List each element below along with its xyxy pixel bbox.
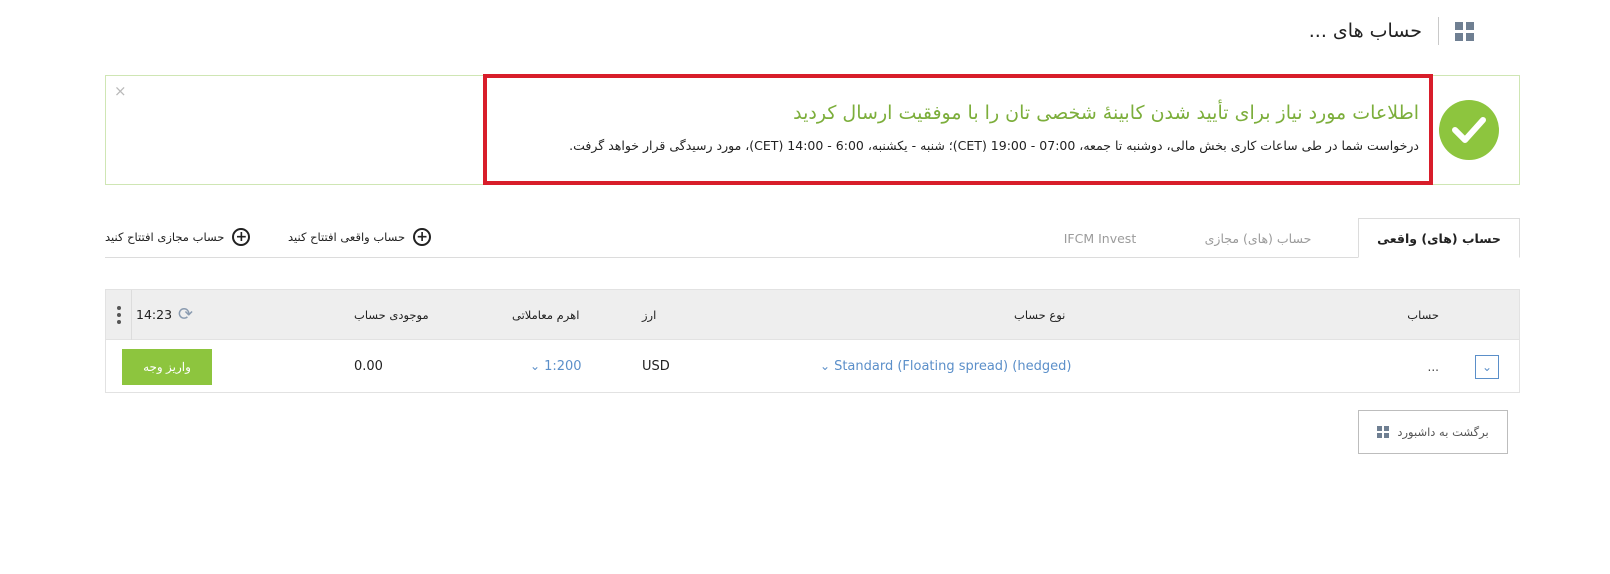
table-row: واریز وجه 0.00 ⌄ 1:200 USD ⌄ Standard (Flo… <box>106 341 1519 393</box>
col-currency: ارز <box>642 308 657 322</box>
page-title: حساب های ... <box>1308 20 1422 42</box>
check-icon <box>1439 100 1499 160</box>
open-demo-account-label: حساب مجازی افتتاح کنید <box>105 230 225 244</box>
col-leverage: اهرم معاملاتی <box>512 308 580 322</box>
open-real-account-label: حساب واقعی افتتاح کنید <box>288 230 406 244</box>
tab-ifcm-invest[interactable]: IFCM Invest <box>1030 218 1170 258</box>
account-number: .‏‏.. <box>1427 360 1439 374</box>
banner-text: درخواست شما در طی ساعات کاری بخش مالی، د… <box>569 138 1419 153</box>
tab-demo-accounts[interactable]: حساب (های) مجازی <box>1178 218 1338 258</box>
more-menu-icon[interactable] <box>106 290 132 340</box>
accounts-table: 14:23 ⟳ موجودی حساب اهرم معاملاتی ارز نو… <box>105 289 1520 393</box>
page-header: حساب های ... <box>1309 17 1474 45</box>
dashboard-grid-icon[interactable] <box>1455 21 1474 41</box>
expand-chevron-icon[interactable]: ⌄ <box>1475 355 1499 379</box>
col-account: حساب <box>1407 308 1439 322</box>
tab-real-accounts[interactable]: حساب (های) واقعی <box>1358 218 1520 258</box>
banner-title: اطلاعات مورد نیاز برای تأیید شدن کابینهٔ… <box>793 102 1419 124</box>
refresh-icon[interactable]: ⟳ <box>178 304 193 325</box>
leverage-value: 1:200 <box>544 359 582 374</box>
chevron-down-icon: ⌄ <box>820 359 831 373</box>
table-header: 14:23 ⟳ موجودی حساب اهرم معاملاتی ارز نو… <box>106 290 1519 340</box>
account-type-select[interactable]: ⌄ Standard (Floating spread) (hedged) <box>820 359 1071 374</box>
plus-circle-icon: + <box>232 228 251 246</box>
leverage-select[interactable]: ⌄ 1:200 <box>530 359 582 374</box>
dashboard-grid-icon <box>1377 426 1390 438</box>
deposit-button[interactable]: واریز وجه <box>122 349 212 385</box>
open-real-account-link[interactable]: + حساب واقعی افتتاح کنید <box>288 228 432 246</box>
balance-value: 0.00 <box>354 359 383 374</box>
currency-value: USD <box>642 359 670 374</box>
chevron-down-icon: ⌄ <box>530 359 541 373</box>
plus-circle-icon: + <box>413 228 432 246</box>
page: حساب های ... × اطلاعات مورد نیاز برای تأ… <box>0 0 1610 574</box>
account-type-value: Standard (Floating spread) (hedged) <box>834 359 1072 374</box>
col-account-type: نوع حساب <box>1014 308 1066 322</box>
highlight-box <box>483 74 1433 185</box>
back-to-dashboard-label: برگشت به داشبورد <box>1397 425 1489 439</box>
update-time: 14:23 <box>136 307 173 322</box>
header-divider <box>1438 17 1439 45</box>
close-icon[interactable]: × <box>114 82 127 100</box>
col-balance: موجودی حساب <box>354 308 429 322</box>
open-demo-account-link[interactable]: + حساب مجازی افتتاح کنید <box>105 228 251 246</box>
back-to-dashboard-button[interactable]: برگشت به داشبورد <box>1358 410 1508 454</box>
success-banner: × اطلاعات مورد نیاز برای تأیید شدن کابین… <box>105 74 1520 185</box>
